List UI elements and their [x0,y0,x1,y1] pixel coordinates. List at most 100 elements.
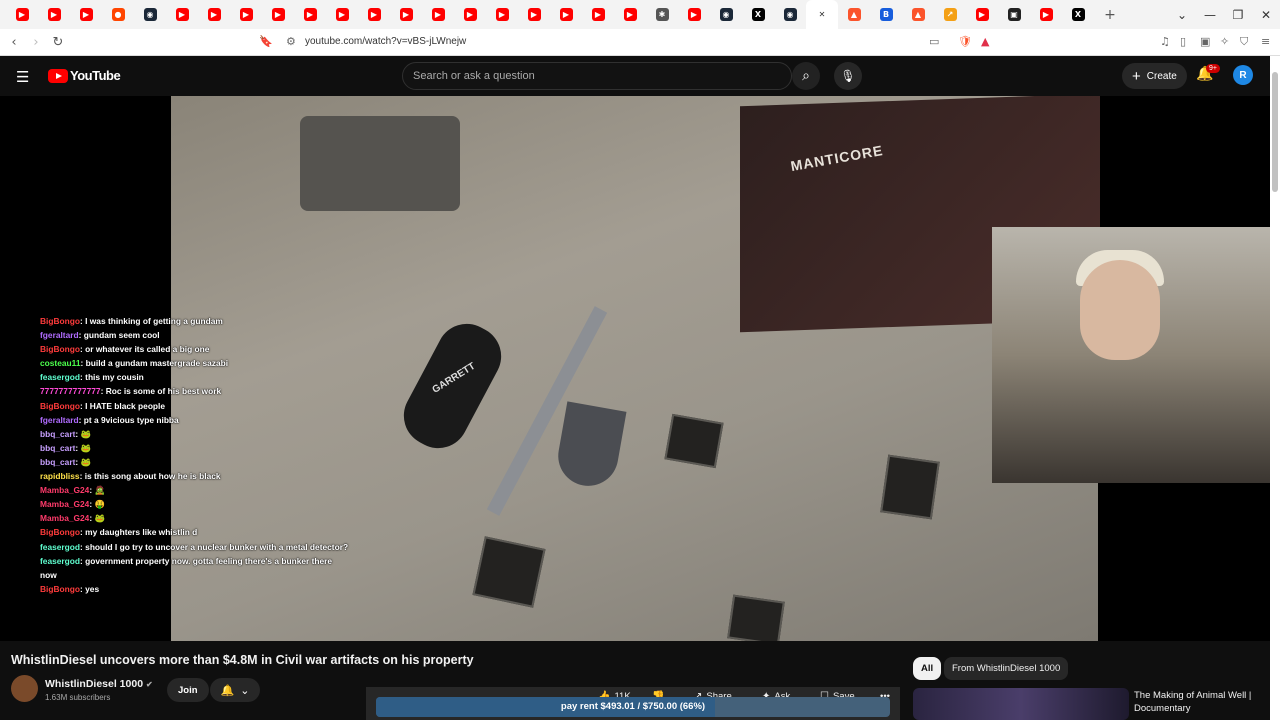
new-tab-label: + [1104,6,1116,23]
restore-icon[interactable]: ❐ [1224,8,1252,22]
browser-tab[interactable]: ▶ [38,0,70,29]
back-icon[interactable]: ‹ [4,35,24,50]
youtube-logo[interactable]: YouTube [48,68,121,83]
chat-message: now [40,568,440,582]
bitwarden-icon: B [879,8,893,21]
browser-tab[interactable]: ◉ [710,0,742,29]
chat-text: yes [85,583,100,594]
sidebar-icon[interactable]: ▯ [1180,35,1186,48]
browser-tab[interactable]: ▶ [198,0,230,29]
channel-name-text: WhistlinDiesel 1000 [45,678,144,690]
browser-tab[interactable]: ▶ [966,0,998,29]
browser-tab[interactable]: ↗ [934,0,966,29]
browser-tab[interactable]: ▶ [582,0,614,29]
browser-tab[interactable]: ▶ [262,0,294,29]
brave-rewards-icon[interactable]: ▲ [981,35,989,48]
chat-username: feasergod [40,555,81,566]
reload-icon[interactable]: ↻ [48,35,68,50]
browser-tab[interactable]: ▶ [326,0,358,29]
wallet-icon[interactable]: ▣ [1200,35,1210,48]
hamburger-menu-icon[interactable]: ☰ [16,68,29,86]
bookmark-icon[interactable]: 🔖 [259,35,273,48]
channel-name[interactable]: WhistlinDiesel 1000 ✔ [45,678,153,690]
bell-icon: 🔔 [220,683,235,697]
steam-icon: ◉ [143,8,157,21]
join-button[interactable]: Join [167,678,209,702]
table-hole [880,454,940,520]
plus-icon: + [1132,67,1141,85]
browser-tab[interactable]: X [1062,0,1094,29]
chat-message: 7777777777777: Roc is some of his best w… [40,384,440,398]
chat-message: Mamba_G24: 🤑 [40,497,440,511]
recommended-title[interactable]: The Making of Animal Well | Documentary [1134,689,1264,715]
browser-tab[interactable]: ● [102,0,134,29]
browser-tab[interactable]: ▶ [390,0,422,29]
account-avatar[interactable]: R [1233,65,1253,85]
browser-tab[interactable]: B [870,0,902,29]
browser-tab[interactable]: ▶ [678,0,710,29]
new-tab-button[interactable]: + [1094,0,1126,29]
verified-icon: ✔ [146,680,153,689]
brave-shield-icon[interactable]: 🛡 [958,35,972,48]
chat-message: BigBongo: or whatever its called a big o… [40,342,440,356]
chat-text: is this song about how he is black [84,471,221,482]
chart-icon: ↗ [943,8,957,21]
window-controls: ⌄ — ❐ ✕ [1168,0,1280,29]
browser-tab[interactable]: ▶ [230,0,262,29]
url-text[interactable]: youtube.com/watch?v=vBS-jLWnejw [305,36,466,47]
browser-tab[interactable]: ▲ [902,0,934,29]
cast-icon[interactable]: ▭ [929,35,939,48]
chat-text: now [40,569,57,580]
browser-tab[interactable]: ◉ [134,0,166,29]
browser-tab[interactable]: ▶ [486,0,518,29]
table-hole [727,594,785,641]
browser-tab[interactable]: ▣ [998,0,1030,29]
browser-tab[interactable]: ◉ [774,0,806,29]
browser-tab[interactable]: ▶ [614,0,646,29]
browser-tab[interactable]: ▶ [1030,0,1062,29]
tab-search-icon[interactable]: ⌄ [1168,8,1196,22]
voice-search-button[interactable]: 🎙 [834,62,862,90]
browser-menu-icon[interactable]: ≡ [1261,35,1270,48]
search-input[interactable]: Search or ask a question [402,62,792,90]
youtube-icon: ▶ [431,8,445,21]
browser-tab[interactable]: ▶ [518,0,550,29]
scrollbar-thumb[interactable] [1272,72,1278,192]
chat-message: rapidbliss: is this song about how he is… [40,469,440,483]
chat-text: pt a 9vicious type nibba [83,414,179,425]
browser-tab[interactable]: ▶ [454,0,486,29]
media-icon[interactable]: ♫ [1160,35,1170,48]
chip-from-channel[interactable]: From WhistlinDiesel 1000 [944,657,1069,680]
browser-tab[interactable]: ✕ [806,0,838,29]
chat-username: feasergod [40,372,81,383]
page-scrollbar[interactable] [1270,56,1280,720]
create-button[interactable]: + Create [1122,63,1187,89]
chat-message: BigBongo: I HATE black people [40,399,440,413]
site-info-icon[interactable]: ⚙ [286,35,296,48]
minimize-icon[interactable]: — [1196,8,1224,22]
close-window-icon[interactable]: ✕ [1252,8,1280,22]
browser-tab[interactable]: ▶ [550,0,582,29]
browser-tab[interactable]: ▶ [422,0,454,29]
leo-icon[interactable]: ✧ [1220,35,1229,48]
subscriber-count: 1.63M subscribers [45,693,111,702]
browser-tab[interactable]: ▶ [6,0,38,29]
youtube-icon: ▶ [1039,8,1053,21]
browser-tab[interactable]: ▶ [70,0,102,29]
channel-avatar[interactable] [11,675,38,702]
browser-tab[interactable]: ▲ [838,0,870,29]
browser-tab[interactable]: ▶ [294,0,326,29]
browser-tab[interactable]: ▶ [358,0,390,29]
vpn-icon[interactable]: ⛉ [1240,35,1248,49]
create-label: Create [1146,70,1177,82]
browser-tab[interactable]: ✱ [646,0,678,29]
forward-icon[interactable]: › [26,35,46,50]
subscribed-bell-button[interactable]: 🔔 ⌄ [210,678,260,702]
recommended-thumbnail[interactable] [913,688,1129,720]
chip-all[interactable]: All [913,657,942,680]
browser-tab[interactable]: X [742,0,774,29]
browser-tab[interactable]: ▶ [166,0,198,29]
search-button[interactable]: ⌕ [792,62,820,90]
chat-message: BigBongo: yes [40,582,440,596]
youtube-icon: ▶ [79,8,93,21]
